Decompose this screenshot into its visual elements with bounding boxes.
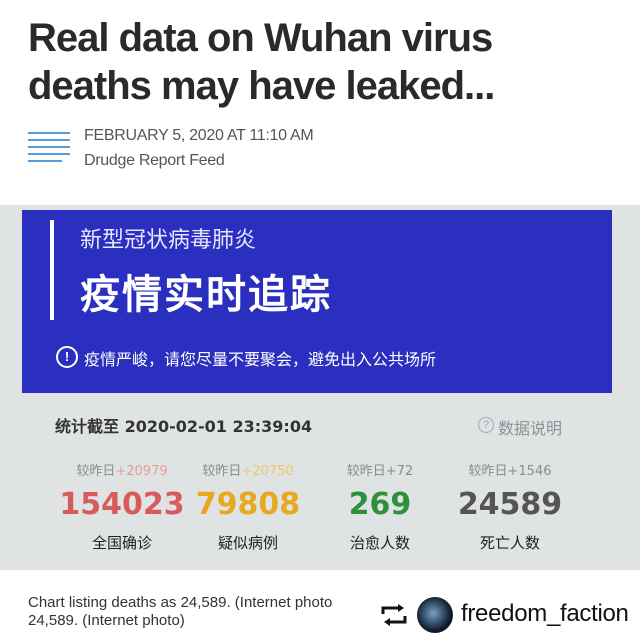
stat-delta: 较昨日+1546 (440, 460, 580, 479)
avatar[interactable] (417, 597, 453, 633)
stat-label: 全国确诊 (91, 534, 152, 552)
delta-prefix: 较昨日 (346, 464, 386, 479)
delta-prefix: 较昨日 (76, 464, 116, 479)
delta-prefix: 较昨日 (468, 464, 508, 479)
delta-value: +1546 (507, 464, 552, 479)
repost-handle[interactable]: freedom_faction (461, 600, 629, 628)
delta-prefix: 较昨日 (202, 464, 242, 479)
banner-subtitle: 新型冠状病毒肺炎 (80, 228, 257, 253)
document-lines-icon (28, 130, 70, 170)
stat-suspected: 较昨日+20750 79808 疑似病例 (178, 460, 318, 553)
article-title: Real data on Wuhan virus deaths may have… (28, 16, 495, 108)
question-icon: ? (478, 417, 494, 433)
stat-confirmed: 较昨日+20979 154023 全国确诊 (52, 460, 192, 553)
tracker-banner: 新型冠状病毒肺炎 疫情实时追踪 ! 疫情严峻，请您尽量不要聚会，避免出入公共场所 (22, 210, 612, 393)
repost-badge[interactable]: freedom_faction (367, 589, 640, 640)
article-date: FEBRUARY 5, 2020 AT 11:10 AM (84, 127, 314, 144)
stat-label: 治愈人数 (349, 534, 410, 552)
stat-label: 疑似病例 (217, 534, 278, 552)
banner-accent-bar (50, 220, 54, 320)
delta-value: +20750 (241, 464, 294, 479)
stat-value: 269 (348, 487, 412, 522)
stats-timestamp: 统计截至 2020-02-01 23:39:04 (55, 417, 313, 436)
stat-delta: 较昨日+72 (310, 460, 450, 479)
delta-value: +20979 (115, 464, 168, 479)
repost-icon (381, 604, 407, 626)
warning-icon: ! (56, 346, 78, 368)
stat-recovered: 较昨日+72 269 治愈人数 (310, 460, 450, 553)
delta-value: +72 (385, 464, 414, 479)
stat-value: 154023 (59, 487, 185, 522)
stat-delta: 较昨日+20979 (52, 460, 192, 479)
stat-value: 79808 (195, 487, 301, 522)
photo-caption: Chart listing deaths as 24,589. (Interne… (28, 594, 333, 629)
stat-label: 死亡人数 (479, 534, 540, 552)
article-photo: 新型冠状病毒肺炎 疫情实时追踪 ! 疫情严峻，请您尽量不要聚会，避免出入公共场所… (0, 205, 640, 570)
banner-warning: 疫情严峻，请您尽量不要聚会，避免出入公共场所 (84, 350, 437, 369)
stat-value: 24589 (457, 487, 563, 522)
banner-title: 疫情实时追踪 (80, 272, 332, 318)
data-note-link: 数据说明 (498, 419, 563, 438)
article-source-link[interactable]: Drudge Report Feed (84, 152, 225, 170)
stat-deaths: 较昨日+1546 24589 死亡人数 (440, 460, 580, 553)
stat-delta: 较昨日+20750 (178, 460, 318, 479)
